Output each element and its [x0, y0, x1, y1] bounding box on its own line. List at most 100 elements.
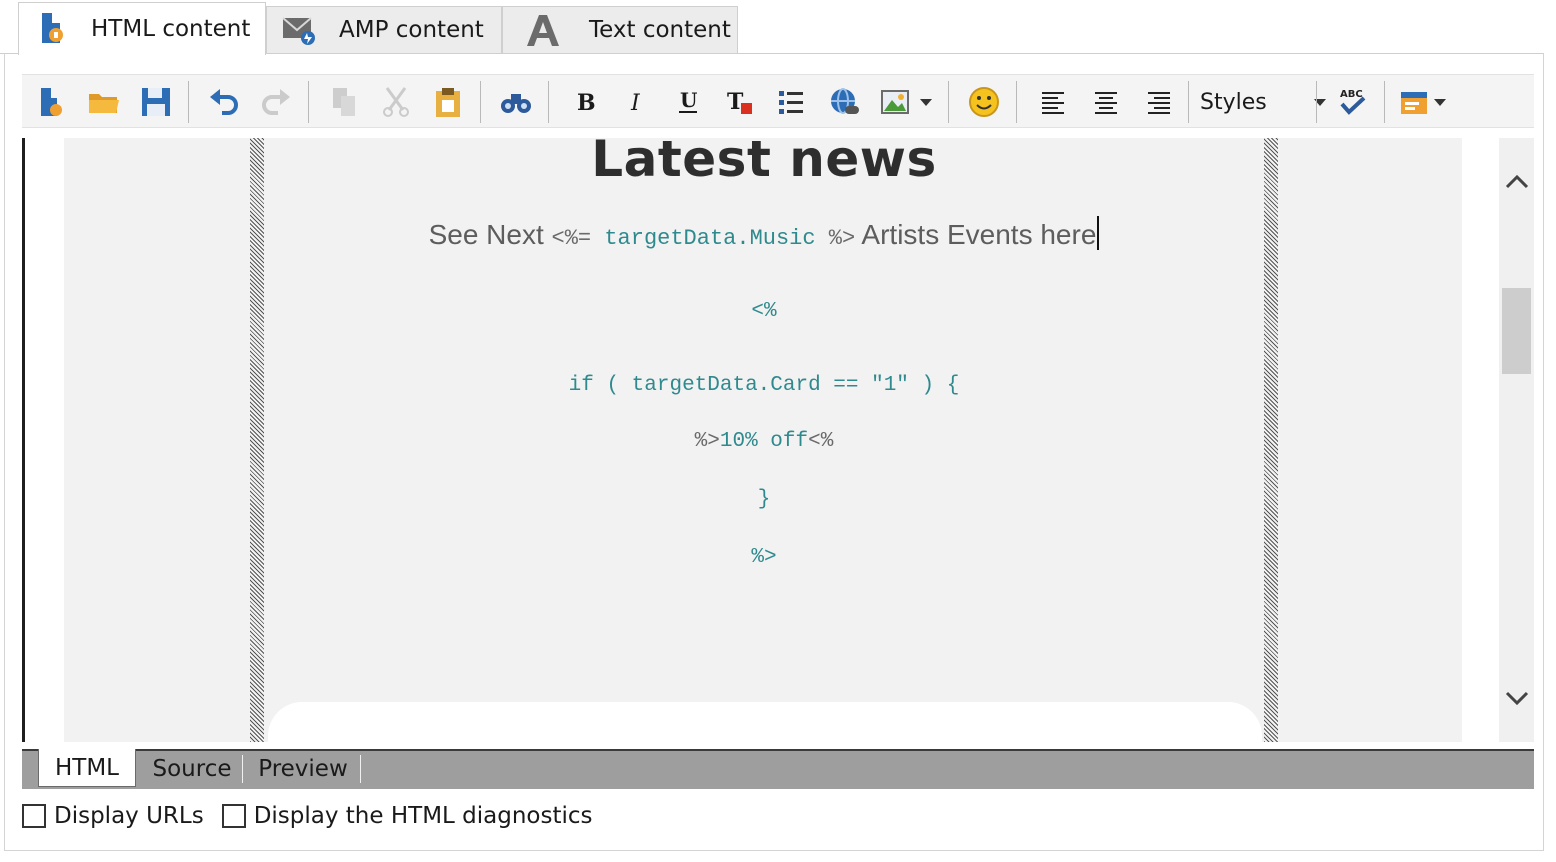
chevron-up-icon	[1505, 174, 1529, 189]
toolbar-separator	[480, 81, 481, 123]
scroll-up-arrow[interactable]	[1504, 168, 1530, 194]
cut-button[interactable]	[378, 84, 414, 120]
display-diagnostics-checkbox[interactable]	[221, 804, 246, 828]
subline[interactable]: See Next <%= targetData.Music %> Artists…	[264, 216, 1264, 251]
redo-button[interactable]	[258, 84, 294, 120]
script-tag-close: %>	[828, 226, 856, 251]
scroll-thumb[interactable]	[1502, 288, 1531, 374]
tab-text-content[interactable]: Text content	[502, 6, 738, 53]
underline-button[interactable]: U	[670, 84, 706, 120]
script-tag-open: <%	[808, 430, 834, 453]
new-document-icon	[41, 88, 62, 116]
content-boundary-right	[1264, 138, 1278, 742]
bold-button[interactable]: B	[566, 84, 602, 120]
bulleted-list-icon	[779, 91, 803, 114]
chevron-down-icon	[1434, 98, 1446, 106]
toolbar-separator	[948, 81, 949, 123]
tab-label: Text content	[589, 17, 731, 43]
tab-html-content[interactable]: HTML content	[18, 2, 266, 55]
chevron-down-icon	[920, 98, 932, 106]
subline-text-before: See Next	[428, 219, 552, 250]
save-button[interactable]	[138, 84, 174, 120]
insert-image-icon	[881, 90, 909, 114]
insert-link-button[interactable]	[826, 84, 862, 120]
display-urls-checkbox[interactable]	[22, 804, 46, 828]
tab-label: AMP content	[339, 17, 484, 43]
display-diagnostics-option[interactable]: Display the HTML diagnostics	[221, 803, 593, 829]
clear-format-button[interactable]: T	[722, 84, 758, 120]
copy-button[interactable]	[326, 84, 362, 120]
display-diagnostics-label: Display the HTML diagnostics	[253, 803, 593, 829]
clear-format-icon: T	[727, 89, 752, 115]
toolbar-separator	[308, 81, 309, 123]
new-document-button[interactable]	[34, 84, 70, 120]
editor-left-border	[22, 138, 25, 742]
display-options: Display URLs Display the HTML diagnostic…	[22, 798, 611, 834]
offer-text: 10% off	[719, 430, 809, 453]
toolbar-separator	[1188, 81, 1189, 123]
tab-label: Source	[152, 756, 232, 782]
find-button[interactable]	[498, 84, 534, 120]
display-urls-option[interactable]: Display URLs	[22, 803, 204, 829]
chevron-down-icon	[1505, 691, 1529, 706]
italic-button[interactable]: I	[618, 84, 654, 120]
script-tag-close: %>	[694, 430, 720, 453]
toolbar-separator	[188, 81, 189, 123]
amp-mail-icon	[279, 10, 319, 50]
script-if-line: if ( targetData.Card == "1" ) {	[568, 374, 960, 397]
tab-separator	[360, 755, 361, 783]
bold-icon: B	[577, 90, 596, 116]
align-left-button[interactable]	[1036, 84, 1072, 120]
toolbar-separator	[548, 81, 549, 123]
tab-amp-content[interactable]: AMP content	[266, 6, 502, 53]
toolbar-separator	[1316, 81, 1317, 123]
email-canvas: Latest news See Next <%= targetData.Musi…	[64, 138, 1462, 742]
tab-html[interactable]: HTML	[38, 749, 136, 787]
tab-source[interactable]: Source	[142, 751, 242, 787]
align-right-button[interactable]	[1140, 84, 1176, 120]
tab-preview[interactable]: Preview	[248, 751, 358, 787]
scroll-down-arrow[interactable]	[1504, 686, 1530, 712]
personalization-field: targetData.Music	[591, 226, 829, 251]
html-document-icon	[33, 9, 73, 49]
editor-mode-tabs: HTML Source Preview	[22, 749, 1534, 789]
toolbar-separator	[1016, 81, 1017, 123]
script-brace: }	[757, 488, 771, 511]
toolbar-separator	[1384, 81, 1385, 123]
insert-block-icon	[1401, 92, 1427, 114]
svg-text:ABC: ABC	[1340, 89, 1363, 100]
content-tabs: HTML content AMP content Text content	[0, 0, 1556, 55]
vertical-scrollbar[interactable]	[1499, 138, 1534, 742]
copy-icon	[333, 88, 355, 116]
editor-toolbar: B I U T Styles ABC	[22, 74, 1534, 128]
align-center-icon	[1095, 92, 1117, 114]
insert-block-button[interactable]	[1396, 84, 1432, 120]
open-button[interactable]	[86, 84, 122, 120]
align-center-button[interactable]	[1088, 84, 1124, 120]
tab-label: Preview	[258, 756, 348, 782]
align-left-icon	[1042, 92, 1064, 114]
tab-label: HTML	[54, 754, 119, 781]
undo-button[interactable]	[206, 84, 242, 120]
insert-image-button[interactable]	[878, 84, 912, 120]
emoticon-button[interactable]	[966, 84, 1002, 120]
underline-icon: U	[679, 88, 697, 113]
styles-dropdown[interactable]: Styles	[1200, 85, 1330, 119]
script-close: %>	[751, 546, 777, 569]
styles-label: Styles	[1200, 89, 1267, 115]
tab-label: HTML content	[91, 16, 251, 42]
save-icon	[142, 88, 170, 116]
wysiwyg-editor[interactable]: Latest news See Next <%= targetData.Musi…	[22, 138, 1534, 742]
italic-icon: I	[630, 91, 641, 116]
script-offer-line: %>10% off<%	[264, 430, 1264, 453]
text-cursor	[1097, 216, 1100, 250]
redo-icon	[262, 89, 290, 115]
bulleted-list-button[interactable]	[774, 84, 810, 120]
paste-icon	[436, 88, 460, 117]
spell-check-button[interactable]: ABC	[1334, 84, 1370, 120]
headline[interactable]: Latest news	[264, 138, 1264, 188]
paste-button[interactable]	[430, 84, 466, 120]
email-content[interactable]: Latest news See Next <%= targetData.Musi…	[264, 138, 1264, 742]
insert-block-dropdown-arrow[interactable]	[1430, 84, 1450, 120]
image-dropdown-arrow[interactable]	[916, 84, 936, 120]
